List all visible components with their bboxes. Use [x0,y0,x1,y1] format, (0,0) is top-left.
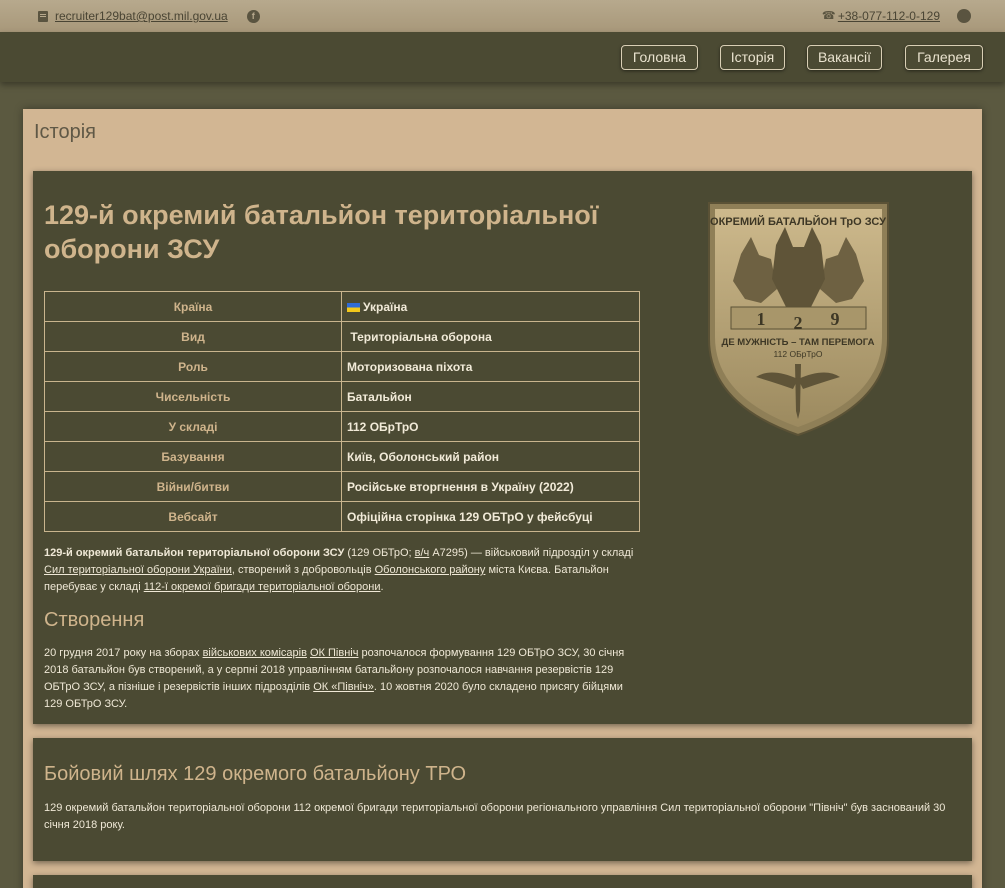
infobox-key: Базування [44,441,342,472]
infobox-table: Країна Україна Вид Територіальна оборона… [44,291,640,532]
infobox-row: У складі 112 ОБрТрО [44,411,640,442]
ukraine-flag-icon [347,302,360,312]
ok-north-link[interactable]: ОК Північ [310,647,358,659]
infobox-row: Країна Україна [44,291,640,322]
next-card [33,875,972,888]
emblem-sub: 112 ОБрТрО [774,349,823,359]
infobox-row: Вид Територіальна оборона [44,321,640,352]
intro-paragraph: 129-й окремий батальйон територіальної о… [44,547,634,593]
whatsapp-icon[interactable] [957,9,971,23]
infobox-row: Чисельність Батальйон [44,381,640,412]
emblem-motto: ДЕ МУЖНІСТЬ – ТАМ ПЕРЕМОГА [722,337,875,348]
infobox-row: Вебсайт Офіційна сторінка 129 ОБТрО у фе… [44,501,640,532]
infobox-value: Київ, Оболонський район [341,441,640,472]
infobox-value: Російське вторгнення в Україну (2022) [341,471,640,502]
mail-icon [38,10,48,22]
infobox-value: Батальйон [341,381,640,412]
infobox-value: 112 ОБрТрО [341,411,640,442]
commissars-link[interactable]: військових комісарів [203,647,307,659]
emblem-top-text: ОКРЕМИЙ БАТАЛЬЙОН ТрО ЗСУ [710,215,886,228]
article-card: 129-й окремий батальйон територіальної о… [33,171,972,724]
tro-forces-link[interactable]: Сил територіальної оборони України [44,564,232,576]
phone-icon: ☎ [821,9,836,22]
main-navbar: Головна Історія Вакансії Галерея [0,32,1005,82]
battalion-emblem: ОКРЕМИЙ БАТАЛЬЙОН ТрО ЗСУ 1 2 9 ДЕ МУЖНІ… [708,202,889,437]
brigade-112-link[interactable]: 112-ї окремої бригади територіальної обо… [144,581,381,593]
infobox-row: Роль Моторизована піхота [44,351,640,382]
infobox-row: Базування Київ, Оболонський район [44,441,640,472]
nav-gallery[interactable]: Галерея [905,45,983,70]
infobox-key: У складі [44,411,342,442]
infobox-key: Війни/битви [44,471,342,502]
infobox-row: Війни/битви Російське вторгнення в Украї… [44,471,640,502]
combat-path-paragraph: 129 окремий батальйон територіальної обо… [44,802,946,831]
infobox-key: Вебсайт [44,501,342,532]
infobox-value: Офіційна сторінка 129 ОБТрО у фейсбуці [341,501,640,532]
section-creation-heading: Створення [44,609,145,631]
creation-paragraph: 20 грудня 2017 року на зборах військових… [44,647,625,710]
infobox-value: Територіальна оборона [341,321,640,352]
emblem-digit: 2 [794,313,803,333]
phone-link[interactable]: +38-077-112-0-129 [838,9,940,23]
ok-north-link-2[interactable]: ОК «Північ» [313,681,374,693]
infobox-key: Країна [44,291,342,322]
obolon-link[interactable]: Оболонського району [375,564,486,576]
email-link[interactable]: recruiter129bat@post.mil.gov.ua [55,9,228,23]
article-title: 129-й окремий батальйон територіальної о… [44,200,599,264]
page-title: Історія [34,121,97,143]
vch-link[interactable]: в/ч [415,547,430,559]
infobox-key: Роль [44,351,342,382]
nav-home[interactable]: Головна [621,45,698,70]
contact-right: ☎ +38-077-112-0-129 [822,9,971,23]
emblem-digit: 1 [757,309,766,329]
contact-left: recruiter129bat@post.mil.gov.ua f [38,9,260,23]
nav-vacancies[interactable]: Вакансії [807,45,882,70]
facebook-icon[interactable]: f [246,9,260,23]
infobox-value: Україна [341,291,640,322]
top-contact-bar: recruiter129bat@post.mil.gov.ua f ☎ +38-… [0,0,1005,32]
combat-path-card: Бойовий шлях 129 окремого батальйону ТРО… [33,738,972,861]
infobox-key: Вид [44,321,342,352]
nav-history[interactable]: Історія [720,45,785,70]
infobox-key: Чисельність [44,381,342,412]
emblem-digit: 9 [831,309,840,329]
combat-path-heading: Бойовий шлях 129 окремого батальйону ТРО [44,763,467,785]
infobox-value: Моторизована піхота [341,351,640,382]
